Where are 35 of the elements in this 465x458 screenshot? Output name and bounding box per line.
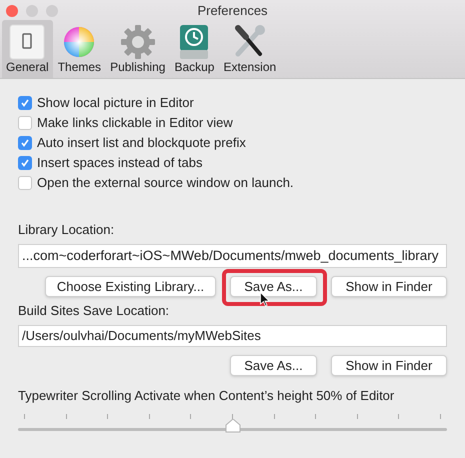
- push-button[interactable]: Show in Finder: [331, 276, 447, 297]
- slider-thumb[interactable]: [224, 418, 240, 432]
- checkbox-label: Open the external source window on launch.: [37, 174, 294, 192]
- close-button[interactable]: [6, 5, 18, 17]
- zoom-button[interactable]: [46, 5, 58, 17]
- input-field[interactable]: /Users/oulvhai/Documents/myMWebSites: [18, 325, 447, 347]
- input-field[interactable]: ...com~coderforart~iOS~MWeb/Documents/mweb_documents_library: [18, 244, 447, 268]
- checkbox[interactable]: [18, 136, 32, 150]
- checkbox-label: Show local picture in Editor: [37, 94, 194, 112]
- toolbar-tab[interactable]: General: [2, 20, 53, 78]
- checkbox-label: Insert spaces instead of tabs: [37, 154, 202, 172]
- slider-label: Typewriter Scrolling Activate when Content’s height 50% of Editor: [18, 387, 396, 405]
- push-button[interactable]: Show in Finder: [331, 355, 447, 376]
- toolbar-tab[interactable]: Extension: [219, 20, 280, 78]
- gear-icon: [120, 24, 156, 60]
- toolbar-tab[interactable]: Themes: [54, 20, 106, 78]
- field-label: Build Sites Save Location:: [18, 302, 170, 319]
- push-button[interactable]: Save As...: [230, 355, 317, 376]
- clock-drive-icon: [179, 24, 210, 60]
- push-button[interactable]: Save As...: [230, 276, 317, 297]
- push-button[interactable]: Choose Existing Library...: [45, 276, 216, 297]
- cursor-icon: [260, 292, 270, 307]
- minimize-button[interactable]: [26, 5, 38, 17]
- field-label: Library Location:: [18, 221, 116, 238]
- checkbox[interactable]: [18, 116, 32, 130]
- checkbox-label: Make links clickable in Editor view: [37, 114, 233, 132]
- window-title: Preferences: [197, 2, 268, 20]
- checkmark-icon: [20, 98, 30, 108]
- checkbox-label: Auto insert list and blockquote prefix: [37, 134, 246, 152]
- toolbar-tab[interactable]: Backup: [170, 20, 218, 78]
- toolbar-tab[interactable]: Publishing: [106, 20, 170, 78]
- switch-icon: [9, 24, 46, 60]
- checkbox[interactable]: [18, 176, 32, 190]
- checkbox[interactable]: [18, 156, 32, 170]
- checkbox[interactable]: [18, 96, 32, 110]
